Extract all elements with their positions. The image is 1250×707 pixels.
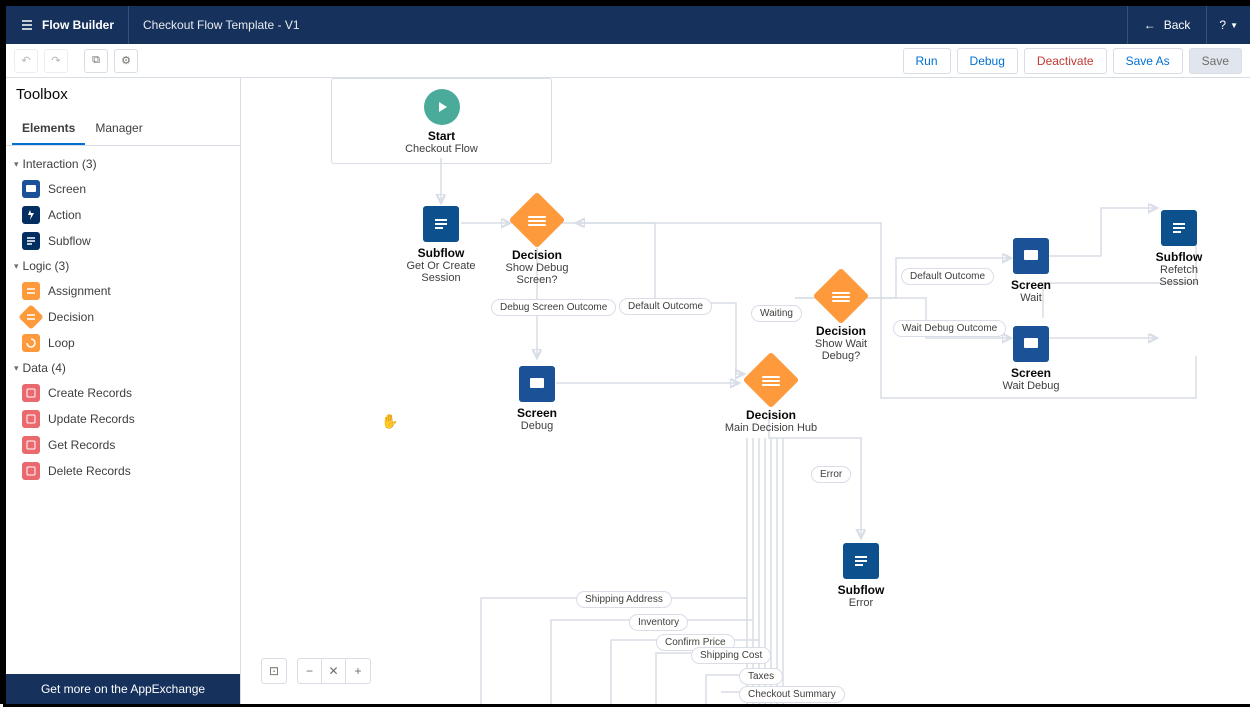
tab-manager[interactable]: Manager bbox=[85, 113, 152, 145]
node-screen-wait-debug[interactable]: Screen Wait Debug bbox=[996, 326, 1066, 392]
pill-default-outcome-2: Default Outcome bbox=[901, 268, 994, 285]
tab-elements[interactable]: Elements bbox=[12, 113, 85, 145]
pill-inventory: Inventory bbox=[629, 614, 688, 631]
chevron-down-icon: ▼ bbox=[1230, 21, 1238, 30]
deactivate-button[interactable]: Deactivate bbox=[1024, 48, 1107, 74]
item-assignment[interactable]: Assignment bbox=[6, 278, 240, 304]
node-decision-debug[interactable]: Decision Show Debug Screen? bbox=[497, 200, 577, 286]
fit-button[interactable]: ⊡ bbox=[262, 659, 286, 683]
screen-icon bbox=[1013, 238, 1049, 274]
loop-icon bbox=[22, 334, 40, 352]
undo-button: ↶ bbox=[14, 49, 38, 73]
item-update-records[interactable]: Update Records bbox=[6, 406, 240, 432]
create-records-icon bbox=[22, 384, 40, 402]
action-icon bbox=[22, 206, 40, 224]
pill-waiting: Waiting bbox=[751, 305, 802, 322]
get-records-icon bbox=[22, 436, 40, 454]
flow-canvas[interactable]: Start Checkout Flow Subflow Get Or Creat… bbox=[241, 78, 1250, 704]
item-action[interactable]: Action bbox=[6, 202, 240, 228]
help-button[interactable]: ? ▼ bbox=[1207, 6, 1250, 44]
main: Toolbox Elements Manager ▾Interaction (3… bbox=[6, 78, 1250, 704]
node-decision-hub[interactable]: Decision Main Decision Hub bbox=[721, 360, 821, 434]
pill-debug-outcome: Debug Screen Outcome bbox=[491, 299, 616, 316]
zoom-out-button[interactable]: − bbox=[298, 659, 322, 683]
node-start[interactable]: Start Checkout Flow bbox=[331, 78, 552, 164]
settings-button[interactable]: ⚙ bbox=[114, 49, 138, 73]
node-screen-debug[interactable]: Screen Debug bbox=[497, 366, 577, 432]
pill-checkout-summary: Checkout Summary bbox=[739, 686, 845, 703]
item-screen[interactable]: Screen bbox=[6, 176, 240, 202]
item-decision[interactable]: Decision bbox=[6, 304, 240, 330]
pill-shipping-address: Shipping Address bbox=[576, 591, 672, 608]
category-interaction[interactable]: ▾Interaction (3) bbox=[6, 152, 240, 176]
chevron-down-icon: ▾ bbox=[14, 261, 19, 272]
toolbox-title: Toolbox bbox=[6, 78, 240, 107]
flow-icon bbox=[20, 18, 34, 32]
delete-records-icon bbox=[22, 462, 40, 480]
play-icon bbox=[424, 89, 460, 125]
category-logic[interactable]: ▾Logic (3) bbox=[6, 254, 240, 278]
app-header: Flow Builder Checkout Flow Template - V1… bbox=[6, 6, 1250, 44]
debug-button[interactable]: Debug bbox=[957, 48, 1018, 74]
arrow-left-icon: ← bbox=[1144, 18, 1156, 32]
screen-icon bbox=[1013, 326, 1049, 362]
pill-shipping-cost: Shipping Cost bbox=[691, 647, 771, 664]
redo-button: ↷ bbox=[44, 49, 68, 73]
chevron-down-icon: ▾ bbox=[14, 363, 19, 374]
pill-wait-debug-outcome: Wait Debug Outcome bbox=[893, 320, 1006, 337]
subflow-icon bbox=[1161, 210, 1197, 246]
pill-default-outcome-1: Default Outcome bbox=[619, 298, 712, 315]
sidebar: Toolbox Elements Manager ▾Interaction (3… bbox=[6, 78, 241, 704]
pill-error: Error bbox=[811, 466, 851, 483]
decision-icon bbox=[18, 304, 43, 329]
item-delete-records[interactable]: Delete Records bbox=[6, 458, 240, 484]
pill-taxes: Taxes bbox=[739, 668, 783, 685]
item-get-records[interactable]: Get Records bbox=[6, 432, 240, 458]
save-as-button[interactable]: Save As bbox=[1113, 48, 1183, 74]
flow-name: Checkout Flow Template - V1 bbox=[129, 18, 314, 32]
node-screen-wait[interactable]: Screen Wait bbox=[996, 238, 1066, 304]
chevron-down-icon: ▾ bbox=[14, 159, 19, 170]
run-button[interactable]: Run bbox=[903, 48, 951, 74]
sidebar-tabs: Elements Manager bbox=[6, 113, 240, 146]
node-subflow-session[interactable]: Subflow Get Or Create Session bbox=[401, 206, 481, 284]
back-button[interactable]: ← Back bbox=[1127, 6, 1208, 44]
canvas-controls: ⊡ − ✕ + bbox=[261, 658, 371, 684]
element-tree: ▾Interaction (3) Screen Action Subflow ▾… bbox=[6, 146, 240, 674]
node-decision-wait[interactable]: Decision Show Wait Debug? bbox=[796, 276, 886, 362]
cursor-icon: ✋ bbox=[381, 413, 398, 430]
screen-icon bbox=[22, 180, 40, 198]
assignment-icon bbox=[22, 282, 40, 300]
app-title: Flow Builder bbox=[6, 6, 129, 44]
item-subflow[interactable]: Subflow bbox=[6, 228, 240, 254]
save-button[interactable]: Save bbox=[1189, 48, 1242, 74]
screen-icon bbox=[519, 366, 555, 402]
item-create-records[interactable]: Create Records bbox=[6, 380, 240, 406]
node-subflow-refetch[interactable]: Subflow Refetch Session bbox=[1139, 210, 1219, 288]
appexchange-link[interactable]: Get more on the AppExchange bbox=[6, 674, 240, 704]
subflow-icon bbox=[423, 206, 459, 242]
decision-icon bbox=[813, 268, 870, 325]
subflow-icon bbox=[843, 543, 879, 579]
toolbar: ↶ ↷ ⧉ ⚙ Run Debug Deactivate Save As Sav… bbox=[6, 44, 1250, 78]
decision-icon bbox=[509, 192, 566, 249]
update-records-icon bbox=[22, 410, 40, 428]
copy-button[interactable]: ⧉ bbox=[84, 49, 108, 73]
zoom-in-button[interactable]: + bbox=[346, 659, 370, 683]
category-data[interactable]: ▾Data (4) bbox=[6, 356, 240, 380]
zoom-reset-button[interactable]: ✕ bbox=[322, 659, 346, 683]
node-subflow-error[interactable]: Subflow Error bbox=[821, 543, 901, 609]
item-loop[interactable]: Loop bbox=[6, 330, 240, 356]
decision-icon bbox=[743, 352, 800, 409]
subflow-icon bbox=[22, 232, 40, 250]
